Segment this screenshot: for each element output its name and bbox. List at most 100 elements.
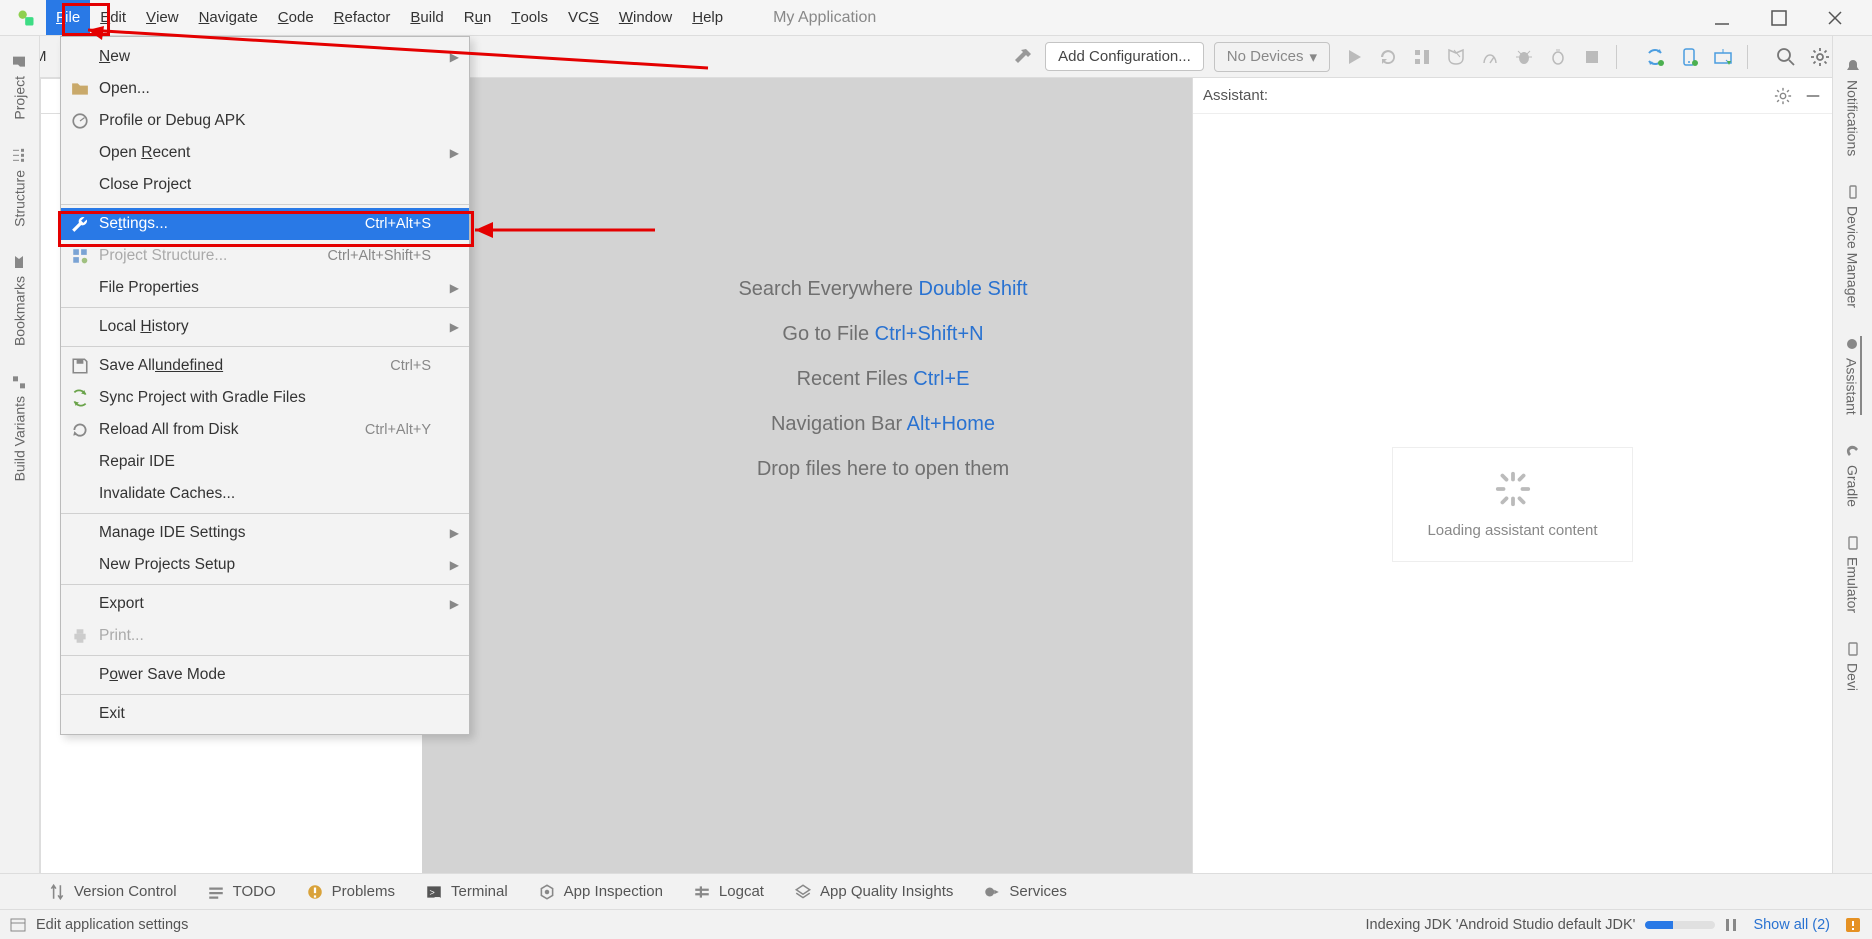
file-menu-profile-or-debug-apk[interactable]: Profile or Debug APK [61, 105, 469, 137]
file-menu-reload-all-from-disk[interactable]: Reload All from DiskCtrl+Alt+Y [61, 414, 469, 446]
menu-vcs[interactable]: VCS [558, 0, 609, 35]
rerun-icon[interactable] [1378, 47, 1398, 67]
hint-shortcut: Ctrl+E [913, 368, 969, 390]
right-rail-emulator[interactable]: Emulator [1845, 535, 1861, 613]
file-menu-file-properties[interactable]: File Properties▶ [61, 272, 469, 304]
left-rail-structure[interactable]: Structure [2, 148, 37, 227]
tool-window-version-control[interactable]: Version Control [48, 883, 177, 901]
right-rail-gradle[interactable]: Gradle [1845, 443, 1861, 507]
print-icon [71, 627, 89, 645]
indexing-text: Indexing JDK 'Android Studio default JDK… [1366, 917, 1636, 933]
file-menu-local-history[interactable]: Local History▶ [61, 311, 469, 343]
run-icon[interactable] [1344, 47, 1364, 67]
assistant-settings-gear-icon[interactable] [1774, 87, 1792, 105]
left-rail-project[interactable]: Project [2, 54, 37, 120]
right-rail-notifications[interactable]: Notifications [1845, 58, 1861, 156]
sync-gradle-icon[interactable] [1645, 47, 1665, 67]
menu-build[interactable]: Build [400, 0, 453, 35]
tool-window-todo[interactable]: TODO [207, 883, 276, 901]
left-tool-rail: Project Structure Bookmarks Build Variants [0, 36, 40, 895]
menu-window[interactable]: Window [609, 0, 682, 35]
file-menu-settings[interactable]: Settings...Ctrl+Alt+S [61, 208, 469, 240]
window-icon[interactable] [10, 917, 26, 933]
menu-navigate[interactable]: Navigate [189, 0, 268, 35]
file-menu-close-project[interactable]: Close Project [61, 169, 469, 201]
menu-separator [61, 584, 469, 585]
right-rail-device-manager[interactable]: Device Manager [1845, 184, 1861, 308]
stop-icon[interactable] [1582, 47, 1602, 67]
menu-file[interactable]: File [46, 0, 90, 35]
file-menu-print: Print... [61, 620, 469, 652]
menu-edit[interactable]: Edit [90, 0, 136, 35]
sdk-manager-icon[interactable] [1713, 47, 1733, 67]
file-menu-dropdown: New ▶ Open...Profile or Debug APKOpen Rece… [60, 36, 470, 735]
attach-debugger-icon[interactable] [1548, 47, 1568, 67]
left-rail-build-variants[interactable]: Build Variants [2, 374, 37, 481]
file-menu-sync-project-with-gradle-files[interactable]: Sync Project with Gradle Files [61, 382, 469, 414]
menu-item-label: Manage IDE Settings [99, 524, 421, 542]
file-menu-new-projects-setup[interactable]: New Projects Setup▶ [61, 549, 469, 581]
menubar: FileEditViewNavigateCodeRefactorBuildRun… [0, 0, 1872, 36]
folder-icon [71, 80, 89, 98]
settings-gear-icon[interactable] [1810, 47, 1830, 67]
debug-icon[interactable] [1514, 47, 1534, 67]
menu-run[interactable]: Run [454, 0, 502, 35]
hammer-build-icon[interactable] [1013, 47, 1033, 67]
status-bar: Edit application settings Indexing JDK '… [0, 909, 1872, 939]
left-rail-bookmarks[interactable]: Bookmarks [2, 254, 37, 346]
tool-window-logcat[interactable]: Logcat [693, 883, 764, 901]
editor-hint-line: Go to File Ctrl+Shift+N [782, 323, 983, 346]
coverage-icon[interactable] [1446, 47, 1466, 67]
close-button[interactable] [1826, 9, 1844, 27]
blank-icon [71, 595, 89, 613]
tool-window-app-inspection[interactable]: App Inspection [538, 883, 663, 901]
menu-item-label: Invalidate Caches... [99, 485, 421, 503]
tool-icon [207, 883, 225, 901]
menu-view[interactable]: View [136, 0, 189, 35]
submenu-arrow-icon: ▶ [447, 597, 459, 611]
menu-item-shortcut: Ctrl+Alt+Y [365, 422, 431, 438]
tool-label: App Inspection [564, 883, 663, 900]
menu-code[interactable]: Code [268, 0, 324, 35]
editor-hint-line: Recent Files Ctrl+E [797, 368, 970, 391]
file-menu-export[interactable]: Export▶ [61, 588, 469, 620]
submenu-arrow-icon: ▶ [447, 50, 459, 64]
blank-icon [71, 279, 89, 297]
file-menu-manage-ide-settings[interactable]: Manage IDE Settings▶ [61, 517, 469, 549]
rail-icon [1845, 58, 1861, 74]
menu-help[interactable]: Help [682, 0, 733, 35]
pause-indexing-icon[interactable] [1725, 918, 1737, 932]
avd-manager-icon[interactable] [1679, 47, 1699, 67]
right-rail-devi[interactable]: Devi [1845, 641, 1861, 691]
search-icon[interactable] [1776, 47, 1796, 67]
file-menu-open[interactable]: Open... [61, 73, 469, 105]
add-configuration-combo[interactable]: Add Configuration... [1045, 42, 1204, 71]
device-selector-combo[interactable]: No Devices ▾ [1214, 42, 1330, 72]
file-menu-repair-ide[interactable]: Repair IDE [61, 446, 469, 478]
maximize-button[interactable] [1770, 9, 1788, 27]
minimize-button[interactable] [1712, 8, 1732, 28]
file-menu-exit[interactable]: Exit [61, 698, 469, 730]
rail-icon [1845, 641, 1861, 657]
menu-tools[interactable]: Tools [501, 0, 558, 35]
rail-icon [12, 54, 28, 70]
menu-item-label: Exit [99, 705, 421, 723]
menu-refactor[interactable]: Refactor [324, 0, 401, 35]
bottom-tool-bar: Version Control TODO Problems >_Terminal App… [0, 873, 1872, 909]
tool-window-problems[interactable]: Problems [306, 883, 395, 901]
tool-window-app-quality-insights[interactable]: App Quality Insights [794, 883, 953, 901]
file-menu-new[interactable]: New ▶ [61, 41, 469, 73]
menu-item-label: New [99, 48, 421, 66]
file-menu-invalidate-caches[interactable]: Invalidate Caches... [61, 478, 469, 510]
step-over-icon[interactable] [1412, 47, 1432, 67]
assistant-hide-icon[interactable] [1804, 87, 1822, 105]
status-warning-icon[interactable] [1844, 916, 1862, 934]
file-menu-save-all[interactable]: Save AllundefinedCtrl+S [61, 350, 469, 382]
file-menu-open-recent[interactable]: Open Recent▶ [61, 137, 469, 169]
file-menu-power-save-mode[interactable]: Power Save Mode [61, 659, 469, 691]
profile-icon[interactable] [1480, 47, 1500, 67]
tool-window-terminal[interactable]: >_Terminal [425, 883, 508, 901]
show-all-link[interactable]: Show all (2) [1753, 917, 1830, 933]
right-rail-assistant[interactable]: Assistant [1844, 336, 1862, 415]
tool-window-services[interactable]: Services [983, 883, 1067, 901]
